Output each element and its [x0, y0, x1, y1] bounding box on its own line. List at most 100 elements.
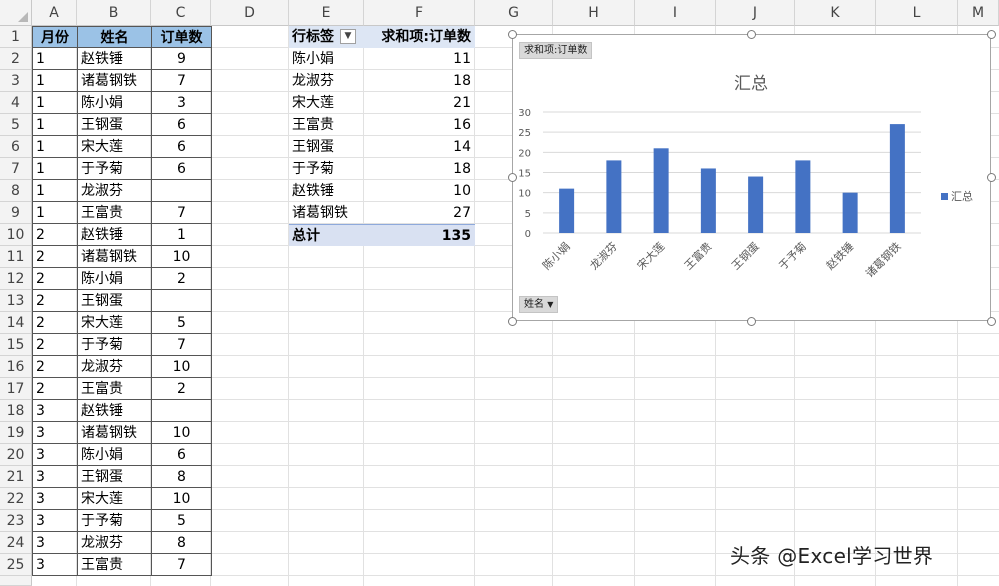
pivot-value-cell[interactable]: 18	[364, 70, 475, 92]
pivot-value-cell[interactable]: 11	[364, 48, 475, 70]
month-cell[interactable]: 1	[32, 180, 78, 202]
row-header[interactable]: 21	[0, 466, 32, 488]
orders-cell[interactable]	[151, 400, 212, 422]
month-cell[interactable]: 3	[32, 466, 78, 488]
column-header-L[interactable]: L	[876, 0, 958, 26]
month-cell[interactable]: 3	[32, 422, 78, 444]
orders-cell[interactable]: 10	[151, 356, 212, 378]
name-cell[interactable]: 诸葛钢铁	[77, 246, 152, 268]
row-header[interactable]	[0, 576, 32, 586]
month-cell[interactable]: 1	[32, 92, 78, 114]
month-cell[interactable]: 2	[32, 356, 78, 378]
name-cell[interactable]: 龙淑芬	[77, 180, 152, 202]
column-header-J[interactable]: J	[716, 0, 795, 26]
row-header[interactable]: 1	[0, 26, 32, 48]
row-header[interactable]: 8	[0, 180, 32, 202]
name-cell[interactable]: 于予菊	[77, 510, 152, 532]
month-cell[interactable]: 1	[32, 158, 78, 180]
name-cell[interactable]: 宋大莲	[77, 488, 152, 510]
name-cell[interactable]: 宋大莲	[77, 136, 152, 158]
column-header-C[interactable]: C	[151, 0, 211, 26]
orders-cell[interactable]: 6	[151, 158, 212, 180]
row-header[interactable]: 5	[0, 114, 32, 136]
row-header[interactable]: 7	[0, 158, 32, 180]
orders-cell[interactable]: 9	[151, 48, 212, 70]
name-cell[interactable]: 诸葛钢铁	[77, 70, 152, 92]
month-cell[interactable]: 3	[32, 510, 78, 532]
pivot-row-label-header[interactable]: 行标签 ▼	[289, 26, 364, 48]
column-header-D[interactable]: D	[211, 0, 289, 26]
name-cell[interactable]: 龙淑芬	[77, 532, 152, 554]
name-cell[interactable]: 龙淑芬	[77, 356, 152, 378]
pivot-row-label[interactable]: 王富贵	[289, 114, 364, 136]
column-header-M[interactable]: M	[958, 0, 999, 26]
pivot-value-cell[interactable]: 21	[364, 92, 475, 114]
pivot-total-value[interactable]: 135	[364, 224, 475, 246]
row-header[interactable]: 20	[0, 444, 32, 466]
name-cell[interactable]: 王钢蛋	[77, 466, 152, 488]
orders-cell[interactable]: 10	[151, 246, 212, 268]
month-cell[interactable]: 2	[32, 268, 78, 290]
pivot-chart[interactable]: 求和项:订单数 姓名 ▼ 汇总 0 5 10 15 20 25 30 陈小娟 龙淑芬 宋大莲 王富贵王…	[512, 34, 991, 321]
month-cell[interactable]: 2	[32, 290, 78, 312]
row-header[interactable]: 13	[0, 290, 32, 312]
column-header-I[interactable]: I	[635, 0, 716, 26]
month-cell[interactable]: 1	[32, 136, 78, 158]
pivot-value-cell[interactable]: 10	[364, 180, 475, 202]
month-cell[interactable]: 2	[32, 312, 78, 334]
row-header[interactable]: 16	[0, 356, 32, 378]
row-header[interactable]: 2	[0, 48, 32, 70]
orders-cell[interactable]: 10	[151, 422, 212, 444]
orders-cell[interactable]: 7	[151, 202, 212, 224]
row-header[interactable]: 10	[0, 224, 32, 246]
pivot-row-label[interactable]: 龙淑芬	[289, 70, 364, 92]
name-cell[interactable]: 陈小娟	[77, 92, 152, 114]
name-cell[interactable]: 宋大莲	[77, 312, 152, 334]
pivot-row-label[interactable]: 宋大莲	[289, 92, 364, 114]
row-header[interactable]: 23	[0, 510, 32, 532]
filter-dropdown-icon[interactable]: ▼	[340, 28, 356, 44]
pivot-value-cell[interactable]: 14	[364, 136, 475, 158]
orders-cell[interactable]: 6	[151, 114, 212, 136]
orders-cell[interactable]: 5	[151, 312, 212, 334]
orders-cell[interactable]: 2	[151, 268, 212, 290]
row-header[interactable]: 4	[0, 92, 32, 114]
pivot-row-label[interactable]: 赵铁锤	[289, 180, 364, 202]
pivot-value-header[interactable]: 求和项:订单数	[364, 26, 475, 48]
orders-cell[interactable]: 10	[151, 488, 212, 510]
row-header[interactable]: 17	[0, 378, 32, 400]
name-cell[interactable]: 赵铁锤	[77, 400, 152, 422]
resize-handle[interactable]	[986, 173, 996, 182]
month-cell[interactable]: 2	[32, 334, 78, 356]
orders-cell[interactable]: 1	[151, 224, 212, 246]
row-header[interactable]: 22	[0, 488, 32, 510]
row-header[interactable]: 15	[0, 334, 32, 356]
orders-cell[interactable]: 6	[151, 136, 212, 158]
pivot-row-label[interactable]: 于予菊	[289, 158, 364, 180]
month-cell[interactable]: 2	[32, 246, 78, 268]
name-cell[interactable]: 诸葛钢铁	[77, 422, 152, 444]
table-header-cell[interactable]: 姓名	[77, 26, 152, 48]
resize-handle[interactable]	[507, 173, 517, 182]
table-header-cell[interactable]: 订单数	[151, 26, 212, 48]
row-header[interactable]: 12	[0, 268, 32, 290]
name-cell[interactable]: 陈小娟	[77, 268, 152, 290]
row-header[interactable]: 19	[0, 422, 32, 444]
column-header-E[interactable]: E	[289, 0, 364, 26]
column-header-H[interactable]: H	[553, 0, 635, 26]
orders-cell[interactable]	[151, 180, 212, 202]
row-header[interactable]: 24	[0, 532, 32, 554]
month-cell[interactable]: 3	[32, 444, 78, 466]
row-header[interactable]: 9	[0, 202, 32, 224]
name-cell[interactable]: 于予菊	[77, 334, 152, 356]
orders-cell[interactable]: 7	[151, 554, 212, 576]
row-header[interactable]: 18	[0, 400, 32, 422]
resize-handle[interactable]	[747, 29, 756, 39]
name-cell[interactable]: 王钢蛋	[77, 114, 152, 136]
name-cell[interactable]: 王钢蛋	[77, 290, 152, 312]
orders-cell[interactable]: 2	[151, 378, 212, 400]
orders-cell[interactable]	[151, 290, 212, 312]
column-header-A[interactable]: A	[32, 0, 77, 26]
orders-cell[interactable]: 6	[151, 444, 212, 466]
row-header[interactable]: 3	[0, 70, 32, 92]
